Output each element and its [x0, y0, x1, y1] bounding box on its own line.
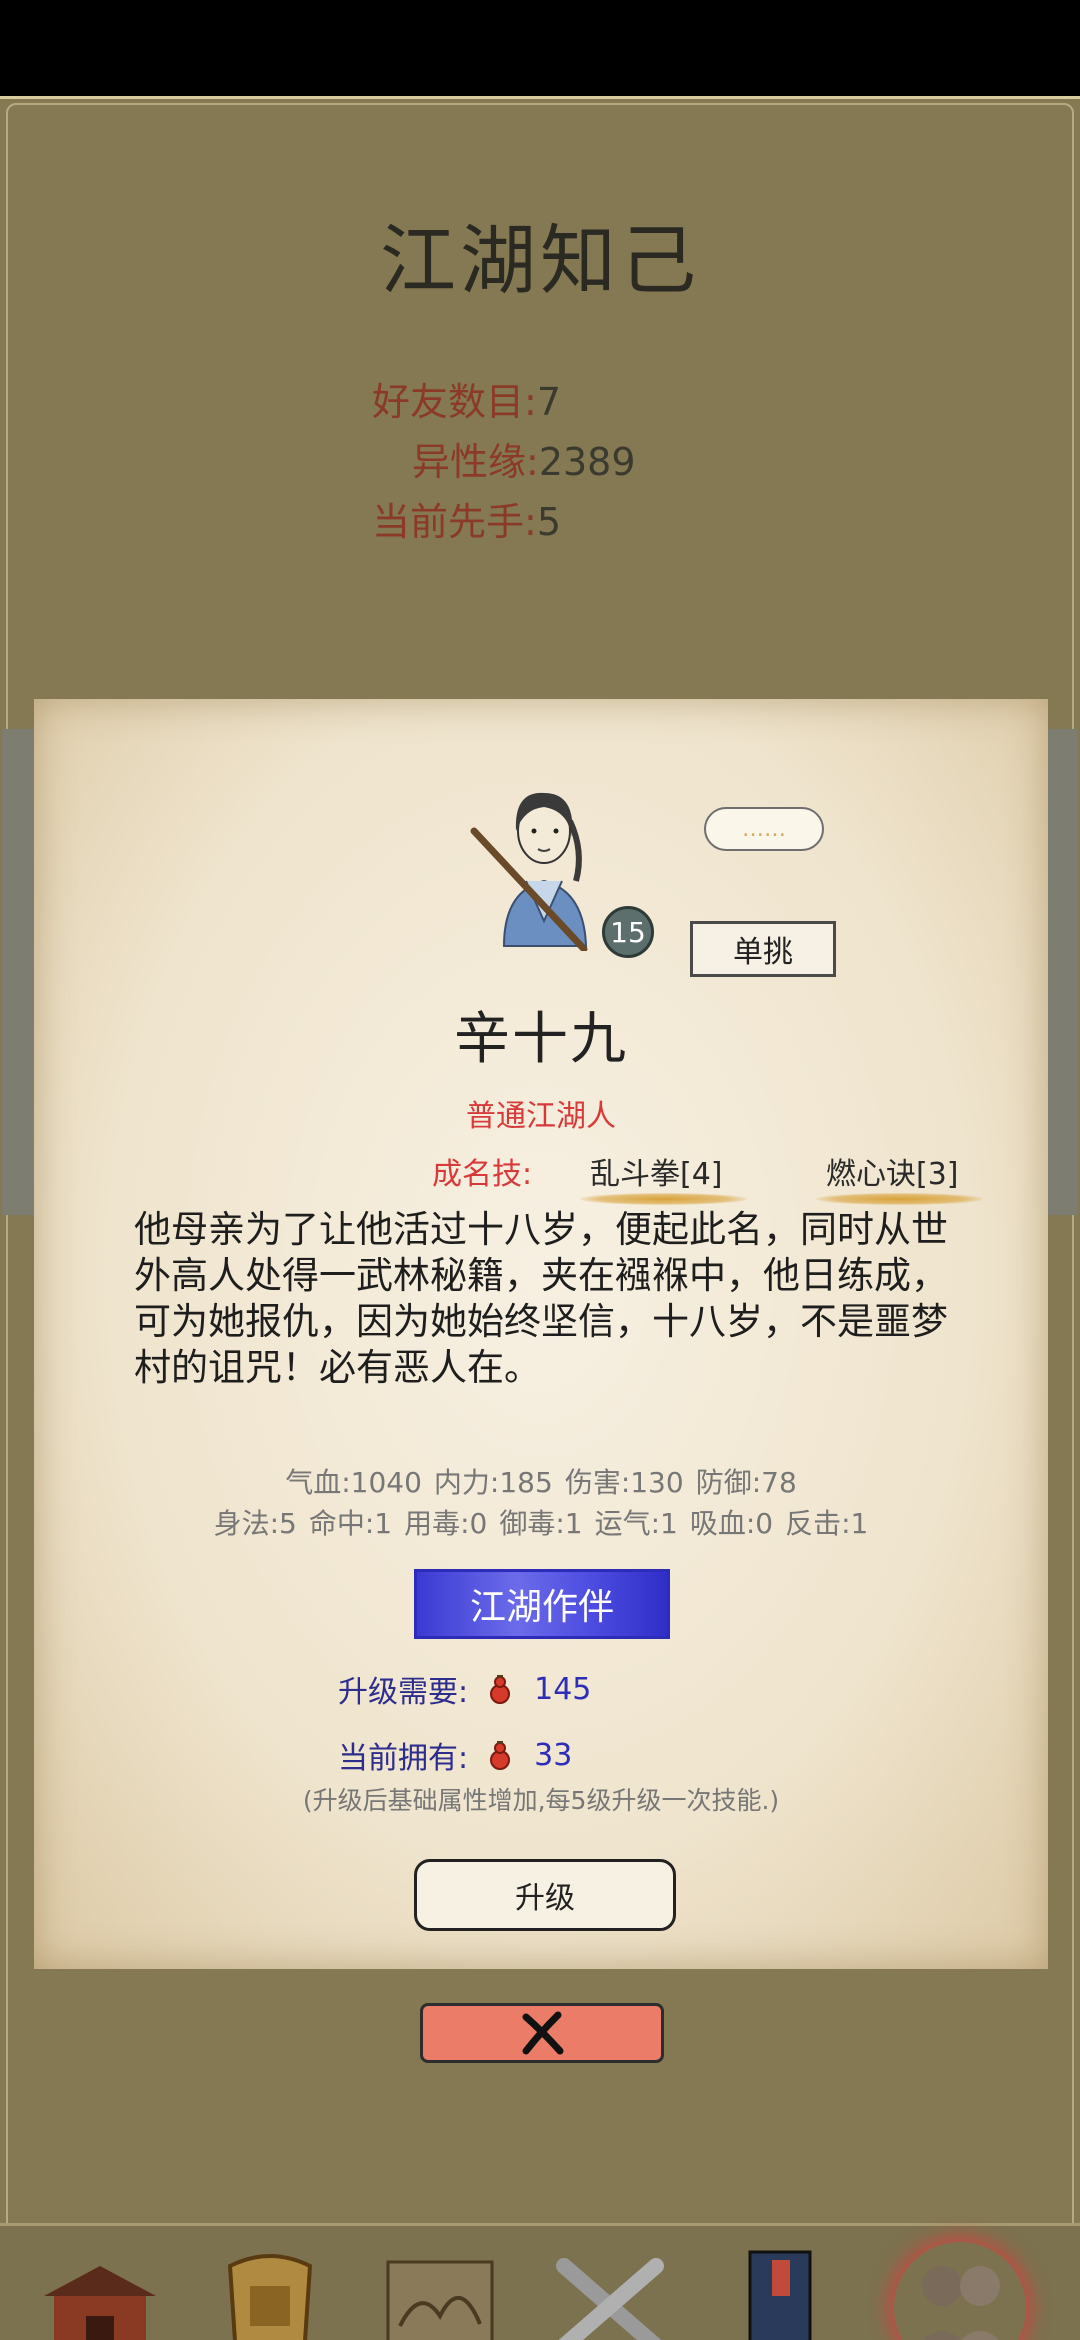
page-title: 江湖知己	[380, 216, 700, 305]
signature-skills-label: 成名技:	[432, 1157, 533, 1192]
wine-gourd-icon	[490, 1675, 511, 1704]
skill-name: 燃心诀[3]	[826, 1157, 959, 1192]
attr-lifesteal: 吸血:0	[689, 1507, 774, 1540]
brush-stroke	[816, 1193, 983, 1205]
book-icon	[748, 2250, 812, 2340]
skill-name: 乱斗拳[4]	[590, 1157, 723, 1192]
upgrade-cost-value: 145	[534, 1671, 592, 1707]
house-icon	[44, 2266, 156, 2340]
character-bio: 他母亲为了让他活过十八岁，便起此名，同时从世外高人处得一武林秘籍，夹在襁褓中，他…	[134, 1208, 948, 1389]
nav-companions[interactable]: 伙伴	[880, 2246, 1040, 2340]
attr-defense: 防御:78	[695, 1466, 797, 1499]
attr-poison-resist: 御毒:1	[499, 1507, 583, 1540]
level-badge: 15	[602, 906, 654, 958]
companions-screen: 江湖知己 好友数目:7 异性缘:2389 当前先手:5 15 …… 单挑 辛十九…	[0, 96, 1080, 2340]
nav-martial-arts[interactable]: 武功	[700, 2246, 860, 2340]
nav-challenge[interactable]: 闯关	[530, 2246, 690, 2340]
initiative-stat: 当前先手:5	[372, 491, 561, 546]
attr-counter: 反击:1	[785, 1507, 869, 1540]
owned-value: 33	[534, 1737, 573, 1773]
skill-tag[interactable]: 乱斗拳[4]	[580, 1149, 747, 1205]
character-title: 普通江湖人	[466, 1099, 616, 1134]
nav-equipment[interactable]: 装备	[190, 2246, 350, 2340]
upgrade-note: (升级后基础属性增加,每5级升级一次技能.)	[302, 1786, 780, 1815]
charm-label: 异性缘:	[412, 440, 539, 484]
upgrade-cost-label: 升级需要:	[338, 1675, 469, 1710]
attr-agility: 身法:5	[213, 1507, 297, 1540]
upgrade-button[interactable]: 升级	[414, 1859, 676, 1931]
attr-accuracy: 命中:1	[308, 1507, 393, 1540]
bottom-navigation: 首页 装备 江湖 闯关	[0, 2223, 1080, 2340]
character-name: 辛十九	[454, 1007, 628, 1072]
nav-home[interactable]: 首页	[20, 2246, 180, 2340]
attr-luck: 运气:1	[594, 1507, 678, 1540]
map-scroll-icon	[386, 2260, 494, 2340]
crossed-swords-icon	[556, 2258, 664, 2340]
companions-icon	[922, 2266, 1000, 2340]
status-bar	[0, 0, 1080, 96]
companion-button[interactable]: 江湖作伴	[414, 1569, 670, 1639]
attr-poison: 用毒:0	[404, 1507, 488, 1540]
attributes-row-secondary: 身法:5 命中:1 用毒:0 御毒:1 运气:1 吸血:0 反击:1	[34, 1502, 1048, 1542]
skill-tag[interactable]: 燃心诀[3]	[816, 1149, 983, 1205]
nav-jianghu[interactable]: 江湖	[360, 2246, 520, 2340]
wine-gourd-icon	[490, 1741, 511, 1770]
charm-value: 2389	[538, 440, 636, 484]
armor-icon	[227, 2254, 313, 2340]
attr-internal-power: 内力:185	[433, 1466, 553, 1499]
friends-count-label: 好友数目:	[372, 380, 537, 424]
owned-amount: 当前拥有: 33	[338, 1733, 572, 1777]
owned-label: 当前拥有:	[338, 1741, 469, 1776]
initiative-value: 5	[536, 500, 561, 544]
close-button[interactable]	[420, 2003, 664, 2063]
character-portrait	[470, 792, 588, 951]
attr-damage: 伤害:130	[564, 1466, 684, 1499]
character-detail-modal: 15 …… 单挑 辛十九 普通江湖人 成名技: 乱斗拳[4] 燃心诀[3] 他母…	[34, 699, 1048, 1969]
brush-stroke	[580, 1193, 747, 1205]
duel-button[interactable]: 单挑	[690, 921, 836, 977]
attributes-row-primary: 气血:1040 内力:185 伤害:130 防御:78	[34, 1461, 1048, 1501]
close-icon	[522, 2011, 564, 2055]
friends-count: 好友数目:7	[372, 371, 561, 426]
upgrade-cost: 升级需要: 145	[338, 1667, 591, 1711]
attr-hp: 气血:1040	[285, 1466, 422, 1499]
friends-count-value: 7	[536, 380, 561, 424]
charm-stat: 异性缘:2389	[412, 431, 636, 486]
initiative-label: 当前先手:	[372, 500, 537, 544]
speech-bubble: ……	[704, 807, 824, 851]
